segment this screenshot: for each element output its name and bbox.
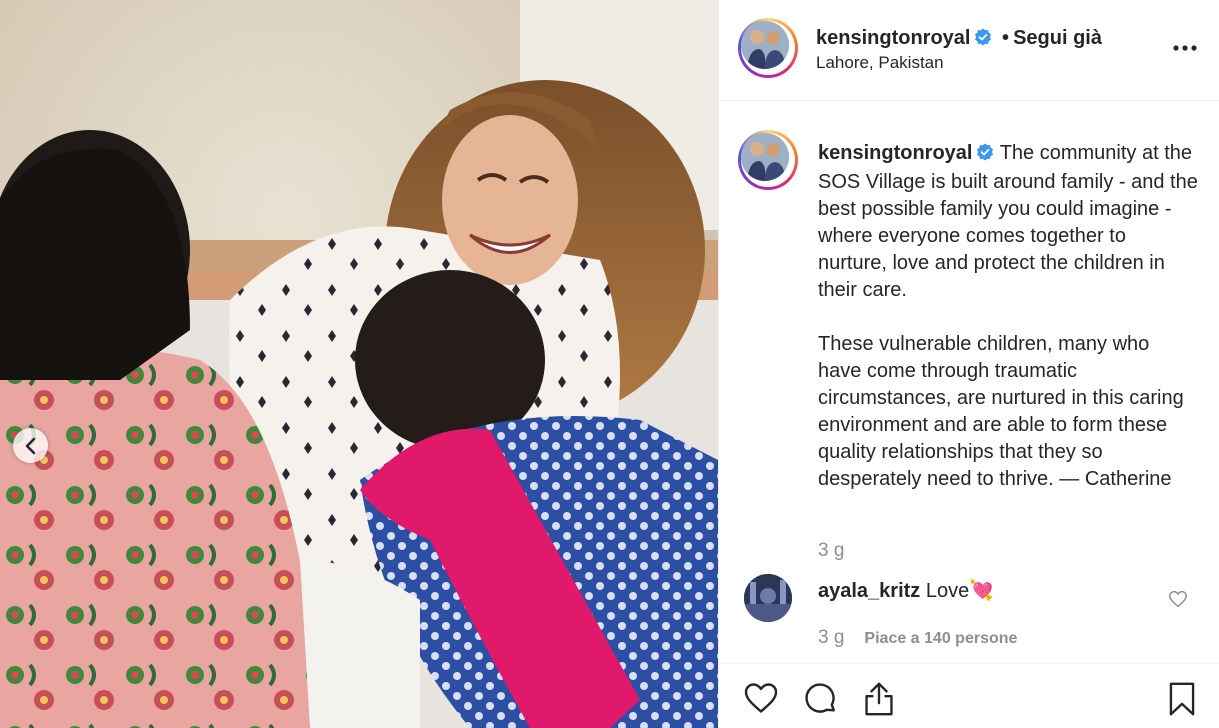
save-button[interactable] bbox=[1165, 681, 1199, 722]
post-side-panel: kensingtonroyal • Segui già Lahore, Pakis… bbox=[718, 0, 1219, 728]
post-location[interactable]: Lahore, Pakistan bbox=[816, 53, 944, 73]
comment-button[interactable] bbox=[803, 681, 839, 722]
commenter-username[interactable]: ayala_kritz bbox=[818, 580, 920, 602]
avatar-image bbox=[741, 133, 789, 181]
comment-row: ayala_kritz Love💘 bbox=[818, 578, 994, 603]
comment-likes-count[interactable]: Piace a 140 persone bbox=[864, 630, 1017, 647]
author-avatar[interactable] bbox=[738, 18, 798, 78]
carousel-prev-button[interactable] bbox=[13, 428, 48, 463]
post-header: kensingtonroyal • Segui già Lahore, Pakis… bbox=[719, 0, 1219, 101]
caption-username[interactable]: kensingtonroyal bbox=[818, 142, 972, 164]
share-icon bbox=[865, 682, 893, 716]
heart-icon bbox=[1169, 590, 1187, 608]
caption-paragraph-1: The community at the SOS Village is buil… bbox=[818, 142, 1198, 301]
author-username[interactable]: kensingtonroyal bbox=[816, 27, 970, 49]
bookmark-icon bbox=[1169, 682, 1195, 716]
post-caption: kensingtonroyal The community at the SOS… bbox=[818, 140, 1198, 493]
comment-icon bbox=[805, 683, 835, 713]
like-button[interactable] bbox=[743, 681, 779, 720]
chevron-left-icon bbox=[25, 437, 35, 454]
heart-arrow-emoji: 💘 bbox=[969, 580, 995, 602]
more-options-button[interactable] bbox=[1169, 36, 1201, 60]
more-options-icon bbox=[1173, 45, 1197, 51]
comment-meta: 3 g Piace a 140 persone bbox=[818, 627, 1017, 649]
commenter-avatar[interactable] bbox=[744, 574, 792, 622]
post-photo[interactable] bbox=[0, 0, 718, 728]
action-bar bbox=[719, 663, 1219, 728]
header-title-line: kensingtonroyal • Segui già bbox=[816, 27, 1102, 52]
avatar-image bbox=[744, 574, 792, 622]
caption-paragraph-2: These vulnerable children, many who have… bbox=[818, 333, 1184, 490]
comment-like-button[interactable] bbox=[1168, 590, 1188, 613]
follow-button[interactable]: Segui già bbox=[1013, 27, 1102, 49]
separator-dot: • bbox=[1002, 27, 1010, 49]
comment-text: Love bbox=[925, 580, 970, 602]
share-button[interactable] bbox=[862, 681, 896, 722]
verified-badge-icon bbox=[974, 28, 992, 52]
avatar-image bbox=[741, 21, 789, 69]
caption-author-avatar[interactable] bbox=[738, 130, 798, 190]
photo-scene bbox=[0, 0, 718, 728]
caption-timestamp[interactable]: 3 g bbox=[818, 540, 844, 562]
comment-timestamp[interactable]: 3 g bbox=[818, 627, 844, 648]
heart-icon bbox=[744, 683, 778, 713]
verified-badge-icon bbox=[976, 142, 994, 169]
